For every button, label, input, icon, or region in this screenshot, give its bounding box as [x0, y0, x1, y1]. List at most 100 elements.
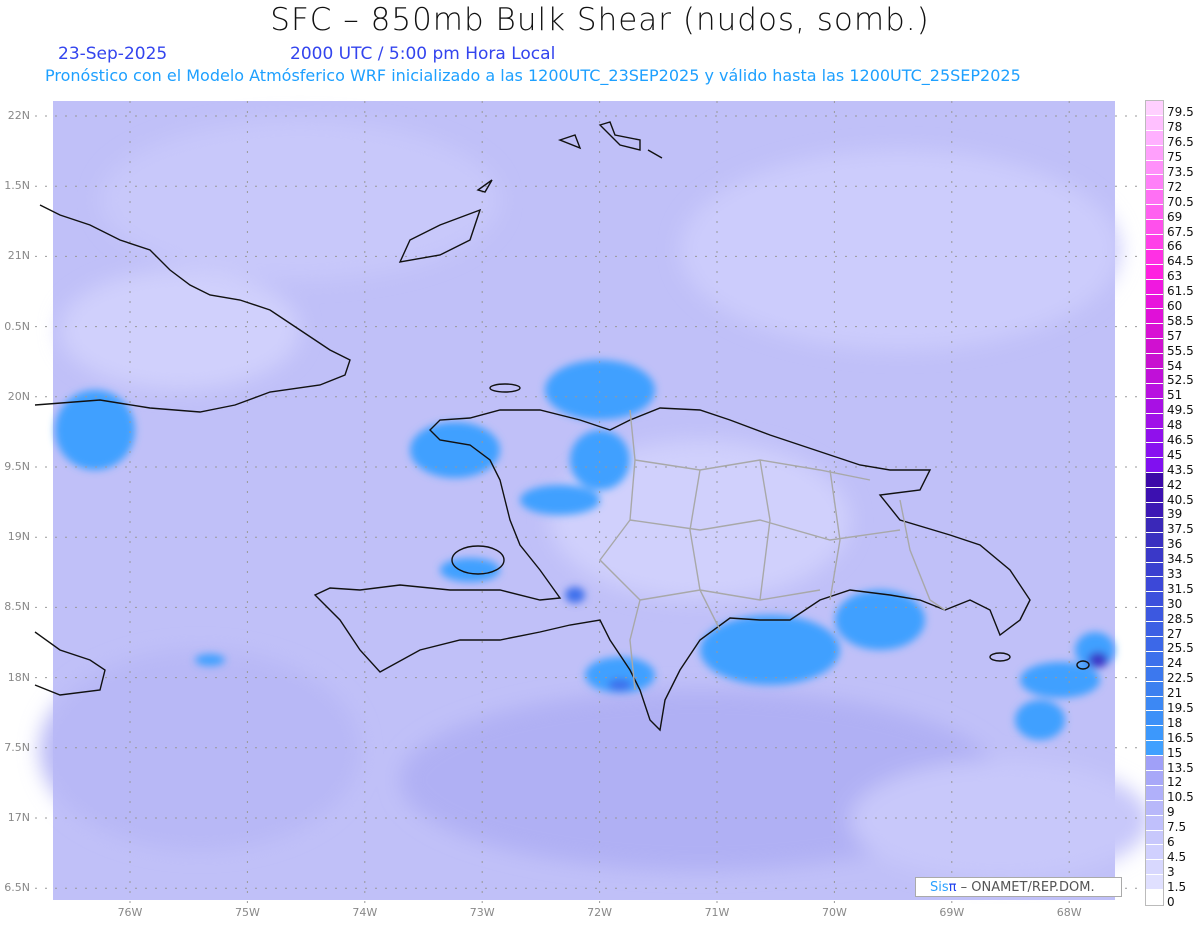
- lon-label: 76W: [117, 906, 143, 919]
- colorbar-swatch: [1146, 771, 1163, 786]
- colorbar-swatch: [1146, 324, 1163, 340]
- colorbar-swatch: [1146, 785, 1163, 801]
- colorbar-label: 7.5: [1167, 820, 1187, 835]
- colorbar-swatch: [1146, 666, 1163, 682]
- colorbar-label: 40.5: [1167, 492, 1194, 507]
- colorbar-swatch: [1146, 369, 1163, 384]
- colorbar-swatch: [1146, 354, 1163, 369]
- credit-sis: Sis: [930, 880, 949, 895]
- colorbar-swatch: [1146, 279, 1163, 295]
- lon-label: 72W: [587, 906, 613, 919]
- colorbar-label: 57: [1167, 328, 1183, 343]
- colorbar-label: 18: [1167, 715, 1183, 730]
- colorbar-swatch: [1146, 101, 1163, 116]
- colorbar-swatch: [1146, 249, 1163, 265]
- lon-label: 70W: [821, 906, 847, 919]
- colorbar-label: 27: [1167, 626, 1183, 641]
- colorbar-swatch: [1146, 577, 1163, 593]
- colorbar-label: 19.5: [1167, 701, 1194, 715]
- colorbar-label: 13.5: [1167, 760, 1194, 775]
- colorbar-swatch: [1146, 681, 1163, 697]
- colorbar-label: 73.5: [1167, 165, 1194, 179]
- lat-label: 0.5N: [4, 319, 30, 333]
- colorbar-swatch: [1146, 205, 1163, 221]
- colorbar-label: 63: [1167, 269, 1183, 284]
- colorbar-label: 30: [1167, 596, 1183, 611]
- colorbar-label: 64.5: [1167, 254, 1194, 269]
- lat-label: 19N: [7, 530, 30, 544]
- colorbar-swatch: [1146, 890, 1163, 905]
- colorbar-label: 70.5: [1167, 194, 1194, 209]
- colorbar-swatch: [1146, 413, 1163, 429]
- colorbar-swatch: [1146, 517, 1163, 533]
- colorbar-label: 1.5: [1167, 879, 1187, 894]
- colorbar-swatch: [1146, 711, 1163, 727]
- lat-label: 9.5N: [4, 460, 30, 473]
- colorbar-label: 10.5: [1167, 790, 1194, 805]
- colorbar-swatch: [1146, 800, 1163, 816]
- colorbar-swatch: [1146, 622, 1163, 637]
- colorbar-swatch: [1146, 190, 1163, 206]
- colorbar-swatch: [1146, 294, 1163, 310]
- colorbar-swatch: [1146, 428, 1163, 444]
- colorbar-label: 36: [1167, 537, 1183, 552]
- colorbar-swatch: [1146, 145, 1163, 161]
- colorbar-label: 51: [1167, 388, 1183, 403]
- colorbar-label: 15: [1167, 745, 1183, 760]
- colorbar-swatch: [1146, 264, 1163, 280]
- lon-label: 69W: [939, 906, 965, 919]
- colorbar-label: 16.5: [1167, 730, 1194, 745]
- colorbar-swatch: [1146, 547, 1163, 563]
- colorbar-swatch: [1146, 339, 1163, 355]
- colorbar-swatch: [1146, 220, 1163, 235]
- colorbar-label: 42: [1167, 477, 1183, 492]
- colorbar-swatch: [1146, 607, 1163, 623]
- colorbar-label: 9: [1167, 805, 1175, 820]
- colorbar-label: 39: [1167, 507, 1183, 522]
- colorbar-label: 33: [1167, 567, 1183, 581]
- lon-label: 74W: [352, 906, 378, 919]
- colorbar-label: 34.5: [1167, 552, 1194, 567]
- colorbar-swatch: [1146, 741, 1163, 757]
- colorbar-swatch: [1146, 443, 1163, 459]
- colorbar-swatch: [1146, 130, 1163, 146]
- colorbar-swatch: [1146, 726, 1163, 742]
- colorbar-label: 12: [1167, 775, 1183, 790]
- lat-label: 18N: [7, 670, 30, 684]
- colorbar-label: 79.5: [1167, 105, 1194, 120]
- lon-label: 71W: [704, 906, 730, 919]
- colorbar-label: 46.5: [1167, 433, 1194, 447]
- lon-label: 75W: [234, 906, 260, 919]
- colorbar-swatch: [1146, 860, 1163, 876]
- lat-label: 7.5N: [4, 740, 30, 754]
- colorbar-swatch: [1146, 651, 1163, 667]
- colorbar-swatch: [1146, 562, 1163, 578]
- colorbar-swatch: [1146, 845, 1163, 861]
- colorbar-label: 52.5: [1167, 373, 1194, 388]
- colorbar-swatch: [1146, 175, 1163, 191]
- colorbar-swatch: [1146, 696, 1163, 712]
- colorbar-label: 21: [1167, 686, 1183, 701]
- lat-label: 20N: [7, 389, 30, 403]
- colorbar-label: 48: [1167, 418, 1183, 433]
- colorbar-label: 49.5: [1167, 403, 1194, 418]
- lon-label: 68W: [1056, 906, 1082, 919]
- colorbar-label: 76.5: [1167, 135, 1194, 150]
- lon-label: 73W: [469, 906, 495, 919]
- colorbar-label: 61.5: [1167, 284, 1194, 299]
- lat-label: 17N: [7, 811, 30, 824]
- credit-org: – ONAMET/REP.DOM.: [956, 880, 1095, 895]
- colorbar-label: 22.5: [1167, 671, 1194, 686]
- colorbar-swatch: [1146, 503, 1163, 518]
- colorbar-label: 66: [1167, 239, 1183, 254]
- colorbar-swatch: [1146, 398, 1163, 414]
- colorbar-label: 45: [1167, 447, 1183, 462]
- colorbar-swatch: [1146, 532, 1163, 548]
- lat-label: 8.5N: [4, 600, 30, 614]
- colorbar-label: 25.5: [1167, 641, 1194, 656]
- colorbar-swatch: [1146, 592, 1163, 608]
- colorbar-swatch: [1146, 830, 1163, 846]
- colorbar-swatch: [1146, 235, 1163, 250]
- credit-box: Sisπ – ONAMET/REP.DOM.: [915, 877, 1122, 897]
- colorbar-label: 58.5: [1167, 313, 1194, 328]
